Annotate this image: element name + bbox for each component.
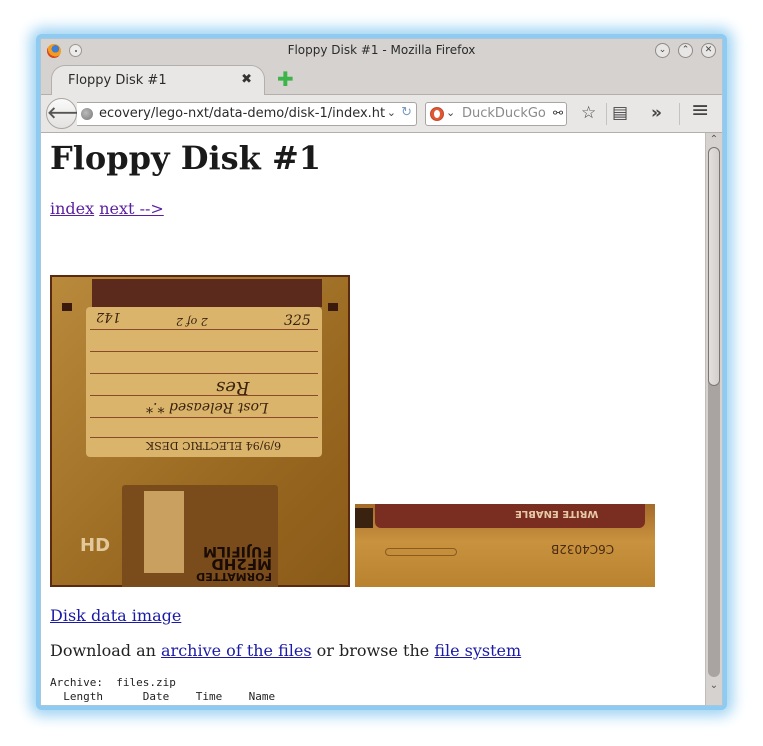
- label-rule: [90, 437, 318, 438]
- url-history-dropdown-icon[interactable]: ⌄: [387, 106, 396, 119]
- new-tab-button[interactable]: ✚: [277, 69, 294, 89]
- handwriting-325: 325: [284, 313, 311, 329]
- label-rule: [90, 417, 318, 418]
- write-enable-text: WRITE ENABLE: [515, 508, 599, 519]
- label-rule: [90, 373, 318, 374]
- disk-back-shutter: [375, 504, 645, 528]
- listing-header: Length Date Time Name: [50, 690, 276, 703]
- reading-list-icon[interactable]: ▤: [612, 103, 628, 123]
- reload-icon[interactable]: ↻: [401, 105, 412, 120]
- disk-data-image-link[interactable]: Disk data image: [50, 606, 181, 625]
- binoculars-icon[interactable]: ⚯: [553, 106, 563, 120]
- floppy-front-photo: 142 2 of 2 325 Lost Released *.* Res 6/9…: [50, 275, 350, 587]
- archive-link[interactable]: archive of the files: [161, 641, 312, 660]
- zip-listing: Archive: files.zip Length Date Time Name…: [50, 676, 328, 705]
- label-rule: [90, 351, 318, 352]
- maximize-button[interactable]: ⌃: [678, 43, 693, 58]
- disk-groove: [385, 548, 457, 556]
- index-link[interactable]: index: [50, 199, 94, 218]
- handwriting-2of2: 2 of 2: [176, 315, 208, 328]
- label-rule: [90, 329, 318, 330]
- disk-edge: [355, 508, 373, 528]
- brand-label: FORMATTED MF2HD FUJIFILM: [190, 491, 272, 583]
- overflow-chevron-icon[interactable]: »: [651, 103, 662, 123]
- floppy-back-photo: WRITE ENABLE C6C4032B: [355, 504, 655, 587]
- disk-top-edge: [92, 279, 322, 307]
- hamburger-menu-icon[interactable]: ≡: [691, 100, 709, 122]
- label-rule: [90, 395, 318, 396]
- search-input[interactable]: DuckDuckGo: [462, 106, 546, 121]
- scroll-track[interactable]: [708, 147, 720, 677]
- search-bar[interactable]: ⌄ DuckDuckGo ⚯: [425, 102, 567, 126]
- shutter-window: [144, 491, 184, 573]
- minimize-button[interactable]: ⌄: [655, 43, 670, 58]
- scroll-down-arrow[interactable]: ⌄: [706, 679, 722, 693]
- navigation-toolbar: 🡐 ecovery/lego-nxt/data-demo/disk-1/inde…: [41, 95, 722, 133]
- next-link[interactable]: next -->: [99, 199, 164, 218]
- page-nav: index next -->: [50, 199, 164, 218]
- tab-label: Floppy Disk #1: [68, 73, 167, 88]
- download-middle: or browse the: [311, 641, 435, 660]
- hd-mark: HD: [80, 535, 111, 556]
- search-engine-dropdown-icon[interactable]: ⌄: [446, 106, 455, 119]
- write-protect-hole: [62, 303, 72, 311]
- file-system-link[interactable]: file system: [434, 641, 521, 660]
- download-paragraph: Download an archive of the files or brow…: [50, 641, 521, 660]
- back-button[interactable]: 🡐: [46, 98, 90, 129]
- tab-floppy-disk-1[interactable]: Floppy Disk #1 ✖: [51, 65, 265, 95]
- toolbar-separator: [679, 103, 680, 125]
- bookmark-star-icon[interactable]: ☆: [581, 103, 596, 123]
- site-identity-icon[interactable]: [81, 108, 93, 120]
- scroll-thumb[interactable]: [708, 147, 720, 386]
- close-window-button[interactable]: ✕: [701, 43, 716, 58]
- archive-line: Archive: files.zip: [50, 676, 176, 689]
- disk-data-section: Disk data image: [50, 606, 181, 625]
- close-tab-icon[interactable]: ✖: [241, 72, 252, 87]
- disk-label: 142 2 of 2 325 Lost Released *.* Res 6/9…: [86, 307, 322, 457]
- vertical-scrollbar[interactable]: ⌃ ⌄: [705, 133, 722, 705]
- handwriting-142: 142: [96, 309, 121, 324]
- page-title: Floppy Disk #1: [50, 139, 322, 177]
- page-content: Floppy Disk #1 index next --> 142 2 of 2: [41, 133, 705, 705]
- title-bar: Floppy Disk #1 - Mozilla Firefox ⌄ ⌃ ✕: [41, 39, 722, 63]
- metal-shutter: FORMATTED MF2HD FUJIFILM: [122, 485, 278, 587]
- handwriting-lost-released: Lost Released *.*: [146, 399, 269, 415]
- handwriting-res: Res: [216, 377, 250, 398]
- download-prefix: Download an: [50, 641, 162, 660]
- handwriting-date-desk: 6/9/94 ELECTRIC DESK: [146, 439, 282, 452]
- brand-fujifilm: FUJIFILM: [203, 543, 272, 559]
- tab-strip: Floppy Disk #1 ✖ ✚: [41, 63, 722, 95]
- disk-shell: 142 2 of 2 325 Lost Released *.* Res 6/9…: [52, 277, 348, 587]
- density-hole: [328, 303, 338, 311]
- browser-window: Floppy Disk #1 - Mozilla Firefox ⌄ ⌃ ✕ F…: [40, 38, 723, 706]
- serial-number: C6C4032B: [551, 542, 615, 556]
- url-input[interactable]: ecovery/lego-nxt/data-demo/disk-1/index.…: [99, 106, 385, 121]
- listing-rule: --------- ---------- ----- ----: [50, 704, 275, 705]
- duckduckgo-icon[interactable]: [430, 107, 444, 121]
- toolbar-separator: [606, 103, 607, 125]
- scroll-up-arrow[interactable]: ⌃: [706, 133, 722, 147]
- url-bar[interactable]: ecovery/lego-nxt/data-demo/disk-1/index.…: [77, 102, 417, 126]
- window-title: Floppy Disk #1 - Mozilla Firefox: [287, 43, 476, 57]
